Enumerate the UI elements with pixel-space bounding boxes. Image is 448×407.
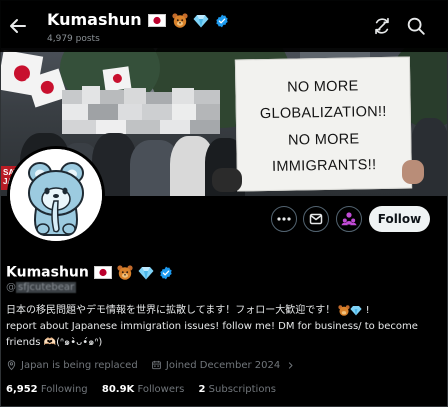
subscriptions-link[interactable]: 2 Subscriptions xyxy=(199,384,277,395)
following-label: Following xyxy=(40,384,88,395)
censor-block xyxy=(82,86,100,104)
profile-name-row: Kumashun xyxy=(6,262,173,281)
search-icon[interactable] xyxy=(405,15,427,37)
location-item: Japan is being replaced xyxy=(6,359,138,371)
more-icon xyxy=(277,217,291,221)
censor-block xyxy=(142,104,172,120)
bear-icon xyxy=(338,304,350,316)
more-button[interactable] xyxy=(271,206,297,232)
hand xyxy=(212,168,242,192)
sign-text-line: IMMIGRANTS!! xyxy=(271,157,377,175)
followers-count: 80.9K xyxy=(101,384,135,395)
censor-block xyxy=(62,120,96,134)
censor-block xyxy=(194,90,220,104)
censor-block xyxy=(172,88,194,104)
japan-flag-icon xyxy=(148,14,167,27)
diamond-icon xyxy=(138,266,154,279)
location-pin-icon xyxy=(7,360,16,371)
censor-block xyxy=(160,120,190,134)
censor-block xyxy=(146,92,172,104)
profile-handle: @ sfjcutebear xyxy=(6,282,77,293)
profile-header: Kumashun 4,979 posts xyxy=(0,0,448,52)
japan-flag-icon xyxy=(93,266,112,279)
following-count: 6,952 xyxy=(6,384,38,395)
cubchoo-avatar-image xyxy=(10,149,102,241)
diamond-icon xyxy=(350,305,363,315)
chevron-right-icon[interactable] xyxy=(286,360,295,371)
bio-line: friends 🫶🏻(ᐢ๑•̀ᴗ•́๑ᐢ) xyxy=(6,337,103,348)
people-icon xyxy=(341,212,357,226)
sign-text-line: GLOBALIZATION!! xyxy=(259,103,387,123)
censor-block xyxy=(62,104,88,120)
location-text: Japan is being replaced xyxy=(21,360,138,371)
censor-block xyxy=(96,120,126,134)
subscribe-button[interactable] xyxy=(336,206,362,232)
crowd-person xyxy=(410,118,448,196)
diamond-icon xyxy=(193,14,209,27)
joined-item: Joined December 2024 xyxy=(151,359,300,371)
censor-block xyxy=(100,90,124,104)
sign-text-line: NO MORE xyxy=(287,78,359,96)
header-title: Kumashun xyxy=(47,10,229,29)
avatar[interactable] xyxy=(7,146,105,244)
hand xyxy=(402,160,424,184)
follow-button[interactable]: Follow xyxy=(369,206,430,232)
censor-block xyxy=(62,90,82,104)
subscriptions-count: 2 xyxy=(198,384,206,395)
bear-icon xyxy=(172,13,188,28)
censor-block xyxy=(196,104,220,120)
censor-block xyxy=(124,88,146,104)
subscriptions-label: Subscriptions xyxy=(208,384,276,395)
protest-sign: NO MORE GLOBALIZATION!! NO MORE IMMIGRAN… xyxy=(234,56,413,192)
verified-badge-icon[interactable] xyxy=(159,266,173,280)
profile-name: Kumashun xyxy=(6,264,89,281)
following-link[interactable]: 6,952 Following xyxy=(6,384,88,395)
censor-block xyxy=(118,104,142,120)
censor-block xyxy=(172,104,196,120)
sign-text-line: NO MORE xyxy=(287,131,360,149)
followers-link[interactable]: 80.9K Followers xyxy=(102,384,184,395)
joined-text: Joined December 2024 xyxy=(165,360,281,371)
censor-block xyxy=(190,120,220,134)
handle-text: sfjcutebear xyxy=(16,282,77,293)
bear-icon xyxy=(117,265,133,280)
censor-block xyxy=(88,104,118,120)
message-button[interactable] xyxy=(303,206,329,232)
post-count: 4,979 posts xyxy=(47,34,100,44)
verified-badge-icon xyxy=(216,14,228,27)
profile-meta: Japan is being replaced Joined December … xyxy=(6,359,309,371)
header-name: Kumashun xyxy=(47,10,142,29)
handle-at: @ xyxy=(6,282,16,293)
profile-stats: 6,952 Following 80.9K Followers 2 Subscr… xyxy=(6,384,287,395)
followers-label: Followers xyxy=(137,384,185,395)
arrow-left-icon[interactable] xyxy=(6,14,30,38)
bio-line: report about Japanese immigration issues… xyxy=(6,321,418,332)
bio-line: 日本の移民問題やデモ情報を世界に拡散してます！フォロー大歓迎です！ ! xyxy=(6,304,370,316)
refresh-icon[interactable] xyxy=(371,15,393,37)
profile-bio: 日本の移民問題やデモ情報を世界に拡散してます！フォロー大歓迎です！ ! repo… xyxy=(6,303,442,351)
calendar-icon xyxy=(152,360,161,370)
bio-text: 日本の移民問題やデモ情報を世界に拡散してます！フォロー大歓迎です！ xyxy=(6,305,336,316)
censor-block xyxy=(126,120,160,134)
envelope-icon xyxy=(309,213,323,225)
